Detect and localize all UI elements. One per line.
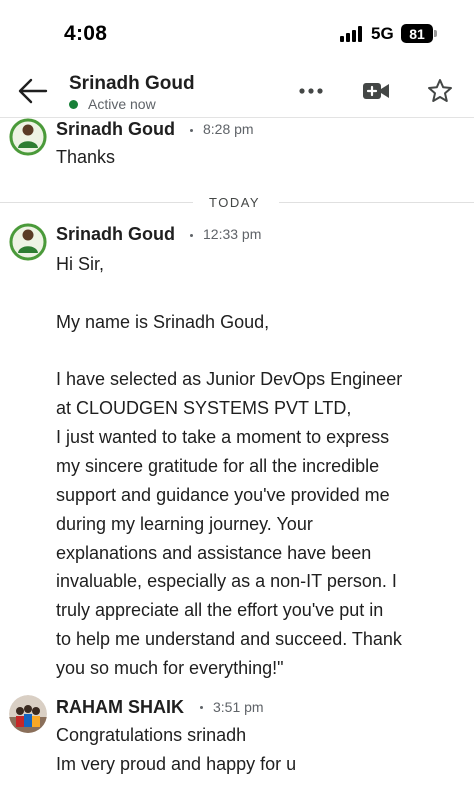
message-text-line: Im very proud and happy for u (56, 754, 297, 774)
message-text-line: during my learning journey. Your (56, 514, 313, 534)
battery-icon: 81 (401, 24, 433, 43)
message-text-line: My name is Srinadh Goud, (56, 312, 270, 332)
battery-level: 81 (409, 25, 425, 42)
avatar-image (9, 118, 47, 156)
message-sender-name: Srinadh Goud (56, 224, 175, 244)
avatar-image (9, 695, 47, 733)
message-text-line: truly appreciate all the effort you've p… (56, 600, 384, 620)
battery-cap (434, 30, 437, 37)
message-text-line: support and guidance you've provided me (56, 485, 390, 505)
star-button[interactable] (423, 74, 457, 108)
message-text-line: I have selected as Junior DevOps Enginee… (56, 369, 403, 389)
arrow-left-icon (18, 78, 48, 104)
cellular-signal-icon (340, 26, 364, 42)
back-button[interactable] (18, 78, 48, 104)
date-divider-line (0, 202, 193, 203)
star-outline-icon (428, 79, 452, 102)
more-horizontal-icon (299, 88, 323, 94)
message-text-line: I just wanted to take a moment to expres… (56, 427, 390, 447)
message-text-line: my sincere gratitude for all the incredi… (56, 456, 380, 476)
sender-avatar[interactable] (9, 118, 47, 156)
network-type: 5G (371, 24, 394, 43)
more-options-button[interactable] (294, 74, 328, 108)
status-time: 4:08 (64, 22, 108, 45)
separator-dot (190, 129, 193, 132)
separator-dot (200, 706, 203, 709)
message-time: 3:51 pm (213, 699, 264, 715)
message-text-line: to help me understand and succeed. Thank (56, 629, 402, 649)
message-sender-name: RAHAM SHAIK (56, 697, 184, 717)
separator-dot (190, 234, 193, 237)
message-time: 12:33 pm (203, 226, 262, 242)
message-text-line: explanations and assistance have been (56, 543, 372, 563)
message-text-line: invaluable, especially as a non-IT perso… (56, 571, 397, 591)
avatar-image (9, 223, 47, 261)
status-bar: 4:08 5G 81 (0, 0, 474, 66)
message-text-line: you so much for everything!" (56, 658, 284, 678)
presence-indicator-icon (69, 100, 78, 109)
message-time: 8:28 pm (203, 121, 254, 137)
message-text-line: at CLOUDGEN SYSTEMS PVT LTD, (56, 398, 352, 418)
contact-name[interactable]: Srinadh Goud (69, 73, 195, 95)
sender-avatar[interactable] (9, 695, 47, 733)
conversation-header: Srinadh Goud Active now (0, 66, 474, 118)
date-divider-line (279, 202, 474, 203)
message-text-line: Thanks (56, 147, 116, 167)
video-call-button[interactable] (358, 74, 394, 108)
sender-avatar[interactable] (9, 223, 47, 261)
message-sender-name: Srinadh Goud (56, 119, 175, 139)
date-divider-label: TODAY (209, 195, 261, 210)
presence-text: Active now (88, 96, 156, 112)
message-text-line: Congratulations srinadh (56, 725, 247, 745)
video-call-icon (363, 83, 389, 99)
message-text-line: Hi Sir, (56, 254, 105, 274)
